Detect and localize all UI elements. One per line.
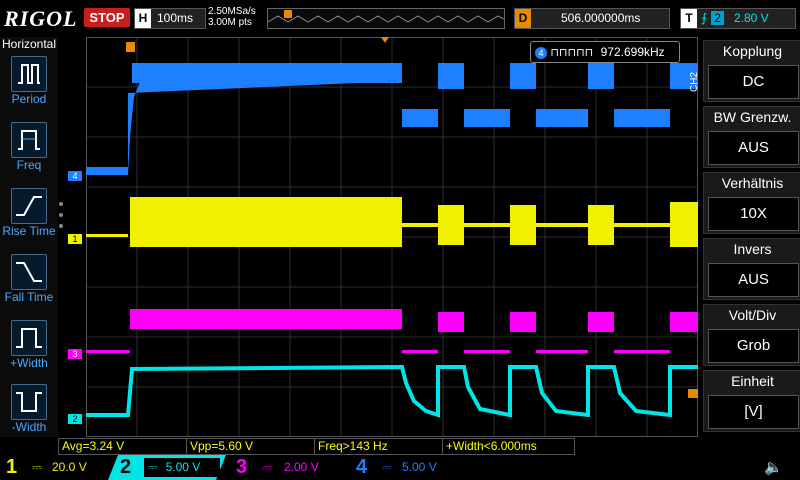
trigger-source: 2 <box>711 11 724 25</box>
menu-invert-value[interactable]: AUS <box>708 263 799 297</box>
counter-value: 972.699kHz <box>600 45 665 59</box>
menu-volt-div[interactable]: Volt/Div Grob <box>703 304 800 366</box>
timebase-display[interactable]: H 100ms <box>134 8 206 29</box>
channel-1-number: 1 <box>6 456 18 478</box>
channel-4-number: 4 <box>356 456 368 478</box>
dc-coupling-icon: ⎓ <box>262 460 272 474</box>
channel-4-status[interactable]: 4 ⎓ 5.00 V <box>350 455 460 480</box>
menu-volt-div-value[interactable]: Grob <box>708 329 799 363</box>
channel-1-scale: 20.0 V <box>52 460 87 474</box>
menu-bw-limit[interactable]: BW Grenzw. AUS <box>703 106 800 168</box>
center-time-marker-icon <box>381 37 389 43</box>
ch1-offset-marker[interactable]: 1 <box>68 234 82 244</box>
period-icon <box>11 56 47 92</box>
dc-coupling-icon: ⎓ <box>382 460 392 474</box>
measure-item-rise-time[interactable]: Rise Time <box>0 188 58 238</box>
menu-unit-value[interactable]: [V] <box>708 395 799 429</box>
menu-unit-title: Einheit <box>731 373 774 389</box>
channel-2-scale: 5.00 V <box>165 460 201 474</box>
menu-scroll-indicator[interactable] <box>58 200 64 230</box>
measurement-avg[interactable]: Avg=3.24 V <box>58 438 187 455</box>
trigger-level: 2.80 V <box>733 11 769 25</box>
fall-time-icon <box>11 254 47 290</box>
measure-label: Freq <box>16 158 42 172</box>
trigger-position-icon <box>284 10 292 18</box>
measure-item-neg-width[interactable]: -Width <box>0 384 58 434</box>
measurement-pos-width[interactable]: +Width<6.000ms <box>442 438 575 455</box>
menu-bw-limit-title: BW Grenzw. <box>713 109 792 125</box>
measure-item-fall-time[interactable]: Fall Time <box>0 254 58 304</box>
delay-value: 506.000000ms <box>561 11 641 25</box>
measure-item-pos-width[interactable]: +Width <box>0 320 58 370</box>
neg-width-icon <box>11 384 47 420</box>
ch4-offset-marker[interactable]: 4 <box>68 171 82 181</box>
memory-waveform-preview <box>268 10 504 23</box>
rise-time-icon <box>11 188 47 224</box>
channel-4-scale: 5.00 V <box>402 460 437 474</box>
square-wave-icon: ⊓⊓⊓⊓⊓ <box>550 47 594 59</box>
counter-channel: 4 <box>535 47 547 59</box>
menu-probe-ratio[interactable]: Verhältnis 10X <box>703 172 800 234</box>
menu-bw-limit-value[interactable]: AUS <box>708 131 799 165</box>
trigger-level-marker-icon[interactable] <box>688 389 698 398</box>
memory-depth: 3.00M pts <box>208 17 252 28</box>
trigger-edge-icon: ⨍ <box>701 11 708 25</box>
frequency-counter: 4 ⊓⊓⊓⊓⊓ 972.699kHz <box>530 41 680 63</box>
channel-2-status[interactable]: 2 ⎓ 5.00 V <box>108 455 226 480</box>
delay-display[interactable]: D 506.000000ms <box>514 8 670 29</box>
measurement-vpp[interactable]: Vpp=5.60 V <box>186 438 315 455</box>
menu-volt-div-title: Volt/Div <box>728 307 777 323</box>
channel-3-scale: 2.00 V <box>284 460 319 474</box>
waveform-display[interactable] <box>86 37 698 437</box>
measure-label: Rise Time <box>2 224 56 238</box>
measure-item-freq[interactable]: Freq <box>0 122 58 172</box>
menu-invert-title: Invers <box>733 241 772 257</box>
measure-item-period[interactable]: Period <box>0 56 58 106</box>
measure-label: Fall Time <box>4 290 54 304</box>
measure-label: -Width <box>11 420 47 434</box>
menu-coupling-title: Kopplung <box>722 43 783 59</box>
freq-icon <box>11 122 47 158</box>
menu-invert[interactable]: Invers AUS <box>703 238 800 300</box>
menu-probe-ratio-value[interactable]: 10X <box>708 197 799 231</box>
ch2-offset-marker[interactable]: 2 <box>68 414 82 424</box>
channel-tab: CH2 <box>689 71 700 92</box>
channel-2-number: 2 <box>120 456 132 478</box>
measure-label: +Width <box>10 356 48 370</box>
timebase-key: H <box>135 9 151 28</box>
acquisition-info: 2.50MSa/s 3.00M pts <box>208 6 256 28</box>
menu-probe-ratio-title: Verhältnis <box>721 175 784 191</box>
menu-unit[interactable]: Einheit [V] <box>703 370 800 432</box>
run-stop-status[interactable]: STOP <box>84 8 130 27</box>
memory-position-bar[interactable] <box>267 8 505 29</box>
trigger-display[interactable]: T ⨍ 2 2.80 V <box>680 8 796 29</box>
ch3-offset-marker[interactable]: 3 <box>68 349 82 359</box>
menu-coupling-value[interactable]: DC <box>708 65 799 99</box>
dc-coupling-icon: ⎓ <box>148 460 158 474</box>
channel-3-number: 3 <box>236 456 248 478</box>
menu-title: Horizontal <box>1 37 57 51</box>
measure-label: Period <box>11 92 47 106</box>
channel-2-scale-box: ⎓ 5.00 V <box>144 458 220 477</box>
trigger-key: T <box>681 9 697 28</box>
measurement-freq[interactable]: Freq>143 Hz <box>314 438 443 455</box>
menu-coupling[interactable]: Kopplung DC <box>703 40 800 102</box>
speaker-muted-icon[interactable]: 🔈 <box>764 458 786 478</box>
channel-1-status[interactable]: 1 ⎓ 20.0 V <box>0 455 110 480</box>
dc-coupling-icon: ⎓ <box>32 460 42 474</box>
pos-width-icon <box>11 320 47 356</box>
trigger-time-marker-icon[interactable] <box>126 42 135 52</box>
timebase-value: 100ms <box>157 11 194 25</box>
sample-rate: 2.50MSa/s <box>208 6 256 17</box>
delay-key: D <box>515 9 531 28</box>
channel-3-status[interactable]: 3 ⎓ 2.00 V <box>230 455 340 480</box>
brand-logo: RIGOL <box>4 6 78 31</box>
